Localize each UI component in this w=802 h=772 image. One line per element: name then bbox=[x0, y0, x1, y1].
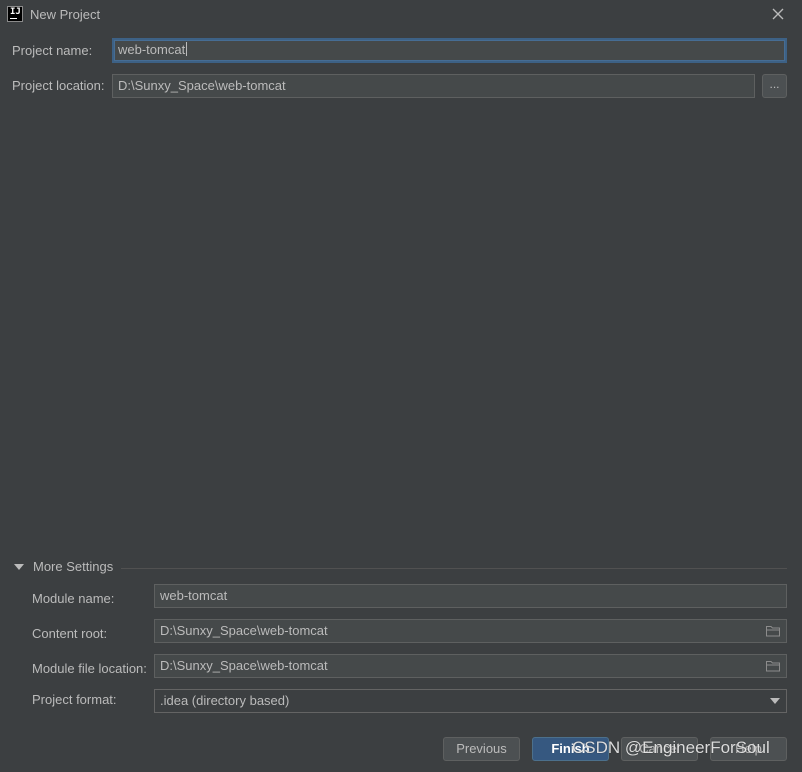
module-file-location-label: Module file location: bbox=[32, 661, 147, 676]
module-name-input[interactable]: web-tomcat bbox=[154, 584, 787, 608]
content-root-label: Content root: bbox=[32, 626, 108, 641]
intellij-idea-icon: IJ bbox=[7, 6, 23, 22]
new-project-dialog: IJ New Project Project name: web-tomcat … bbox=[0, 0, 802, 772]
project-format-select[interactable]: .idea (directory based) bbox=[154, 689, 787, 713]
more-settings-toggle[interactable]: More Settings bbox=[14, 559, 113, 574]
module-name-label: Module name: bbox=[32, 591, 115, 606]
module-file-location-value: D:\Sunxy_Space\web-tomcat bbox=[160, 658, 328, 673]
section-divider bbox=[121, 568, 787, 569]
project-location-label: Project location: bbox=[12, 78, 105, 93]
project-name-value: web-tomcat bbox=[118, 42, 186, 57]
previous-button[interactable]: Previous bbox=[443, 737, 520, 761]
content-root-input[interactable]: D:\Sunxy_Space\web-tomcat bbox=[154, 619, 787, 643]
triangle-down-icon bbox=[14, 563, 24, 570]
content-root-value: D:\Sunxy_Space\web-tomcat bbox=[160, 623, 328, 638]
watermark-text: CSDN @EngineerForSoul bbox=[572, 738, 770, 757]
browse-location-button[interactable]: ... bbox=[762, 74, 787, 98]
more-settings-label: More Settings bbox=[33, 559, 114, 574]
dialog-title: New Project bbox=[30, 7, 101, 22]
module-name-value: web-tomcat bbox=[160, 588, 228, 603]
module-file-location-input[interactable]: D:\Sunxy_Space\web-tomcat bbox=[154, 654, 787, 678]
folder-icon[interactable] bbox=[766, 660, 780, 672]
project-name-input[interactable]: web-tomcat bbox=[112, 38, 787, 63]
project-location-input[interactable]: D:\Sunxy_Space\web-tomcat bbox=[112, 74, 755, 98]
app-icon-text: IJ bbox=[10, 7, 21, 17]
close-icon[interactable] bbox=[770, 6, 786, 22]
title-bar: IJ New Project bbox=[0, 0, 802, 30]
project-name-label: Project name: bbox=[12, 43, 93, 58]
folder-icon[interactable] bbox=[766, 625, 780, 637]
chevron-down-icon bbox=[770, 698, 780, 704]
project-format-label: Project format: bbox=[32, 692, 117, 707]
project-format-value: .idea (directory based) bbox=[160, 693, 290, 708]
text-caret bbox=[186, 42, 188, 56]
project-location-value: D:\Sunxy_Space\web-tomcat bbox=[118, 78, 286, 93]
